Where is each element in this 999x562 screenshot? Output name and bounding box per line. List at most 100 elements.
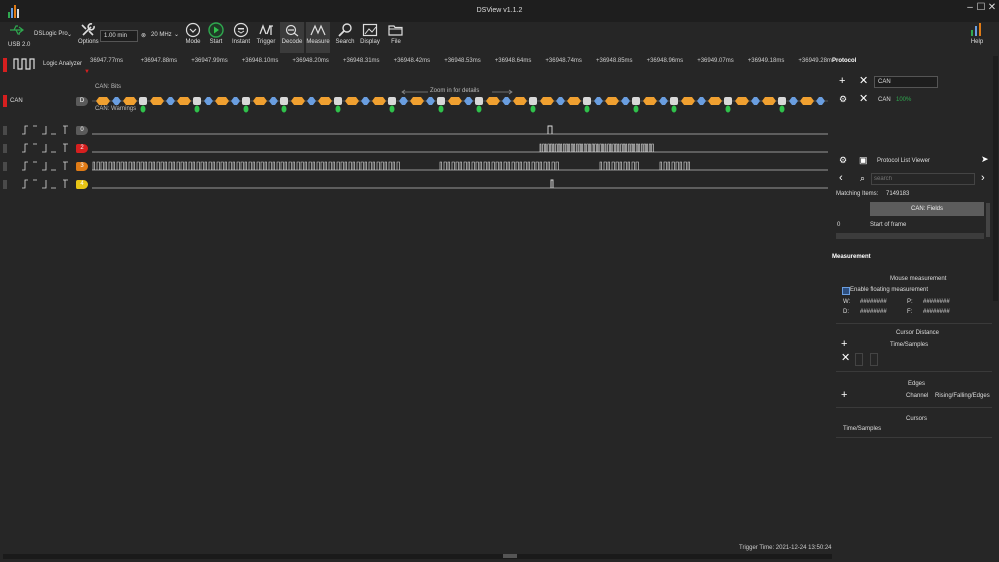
maximize-icon[interactable]: ☐: [976, 3, 986, 13]
settings-gear-icon[interactable]: ⚙: [839, 94, 847, 105]
samplerate-select[interactable]: 20 MHz: [151, 32, 172, 38]
search-icon: [338, 23, 352, 37]
divider: [836, 323, 992, 324]
ruler-tick: +36948.10ms: [241, 58, 279, 64]
can-warning-marker: [476, 105, 482, 113]
scroll-thumb[interactable]: [503, 554, 517, 558]
channel-badge[interactable]: 4: [76, 179, 88, 189]
can-bit-annotation: [789, 97, 798, 105]
display-button[interactable]: Display: [359, 22, 381, 45]
mode-button[interactable]: Mode: [183, 22, 203, 45]
list-row-index[interactable]: 0: [837, 222, 840, 228]
ruler-tick: +36948.96ms: [646, 58, 684, 64]
time-ruler[interactable]: Logic Analyzer ▼ 36947.77ms +36947.88ms +3…: [0, 55, 835, 77]
channel-waveforms: [3, 125, 828, 189]
list-settings-gear-icon[interactable]: ⚙: [839, 155, 847, 166]
add-decoder-button[interactable]: +: [839, 76, 845, 87]
can-field-annotation: [486, 97, 500, 105]
chevron-down-icon[interactable]: ⌄: [174, 31, 179, 38]
delete-decoder-icon[interactable]: ✕: [859, 94, 868, 105]
cursor-start-select[interactable]: [855, 353, 863, 366]
file-button[interactable]: File: [386, 22, 406, 45]
measure-button[interactable]: Measure: [306, 22, 330, 53]
can-warning-marker: [725, 105, 731, 113]
decoder-status-name: CAN: [878, 97, 891, 103]
channel-badge[interactable]: 2: [76, 143, 88, 153]
list-row-value[interactable]: Start of frame: [870, 222, 906, 228]
can-field-annotation: [681, 97, 695, 105]
remove-cursor-distance-icon[interactable]: ✕: [841, 353, 850, 364]
can-warning-marker: [779, 105, 785, 113]
add-cursor-distance-button[interactable]: +: [841, 339, 847, 350]
instant-button[interactable]: Instant: [231, 22, 251, 45]
close-icon[interactable]: ✕: [987, 3, 997, 13]
can-bit-annotation: [556, 97, 565, 105]
search-input[interactable]: [871, 173, 975, 185]
can-field-annotation: [567, 97, 581, 105]
help-button[interactable]: Help: [964, 22, 990, 45]
connection-type: USB 2.0: [8, 42, 31, 48]
can-warning-marker: [335, 105, 341, 113]
channel-color-marker: [3, 162, 7, 171]
prev-match-icon[interactable]: ‹: [839, 173, 843, 184]
can-bit-annotation: [621, 97, 630, 105]
matching-count: 7149183: [886, 191, 910, 197]
can-field-annotation: [708, 97, 722, 105]
list-column-header[interactable]: CAN: Fields: [870, 202, 984, 216]
can-frame-marker: [388, 97, 396, 105]
waveform-burst: [599, 161, 639, 170]
can-field-annotation: [253, 97, 267, 105]
start-button[interactable]: Start: [206, 22, 226, 45]
ruler-tick: +36948.85ms: [596, 58, 633, 64]
protocol-header: Protocol: [832, 58, 857, 64]
channel-badge[interactable]: 0: [76, 125, 88, 135]
ruler-tick: +36948.74ms: [545, 58, 582, 64]
add-edges-button[interactable]: +: [841, 390, 847, 401]
can-bit-annotation: [166, 97, 175, 105]
waveform-burst: [659, 161, 690, 170]
duration-select[interactable]: 1.00 min: [100, 30, 138, 42]
remove-decoder-icon[interactable]: ✕: [859, 76, 868, 87]
floating-checkbox[interactable]: [842, 287, 850, 295]
ruler-tick: +36949.07ms: [697, 58, 734, 64]
list-hscrollbar[interactable]: [836, 233, 984, 239]
divider: [836, 407, 992, 408]
panel-scrollbar[interactable]: [993, 56, 998, 301]
channel-color-marker: [3, 144, 7, 153]
minimize-icon[interactable]: –: [965, 3, 975, 13]
measurement-header: Measurement: [832, 254, 871, 260]
p-value: ########: [923, 299, 950, 305]
channel-badge[interactable]: 3: [76, 161, 88, 171]
d-label: D:: [843, 309, 849, 315]
waveform-burst: [439, 161, 559, 170]
mouse-measurement-title: Mouse measurement: [890, 276, 947, 282]
navigate-icon[interactable]: ➤: [981, 154, 989, 165]
search-button[interactable]: Search: [335, 22, 355, 45]
can-warning-marker: [633, 105, 639, 113]
ruler-tick: +36948.64ms: [494, 58, 532, 64]
decoder-select[interactable]: CAN: [874, 76, 938, 88]
next-match-icon[interactable]: ›: [981, 173, 985, 184]
cursor-end-select[interactable]: [870, 353, 878, 366]
save-icon[interactable]: ▣: [859, 155, 868, 166]
ruler-tick: +36948.42ms: [393, 58, 431, 64]
ruler-tick: +36947.99ms: [191, 58, 228, 64]
options-button[interactable]: Options: [78, 22, 99, 45]
cursors-title: Cursors: [906, 416, 928, 422]
list-vscrollbar[interactable]: [986, 203, 990, 237]
ruler-tick: +36948.20ms: [292, 58, 329, 64]
zoom-hint-line: [401, 89, 513, 95]
instant-icon: [233, 22, 249, 38]
waveform-area[interactable]: CAN D CAN: Bits CAN: Warnings Zoom in fo…: [0, 78, 830, 548]
chevron-down-icon[interactable]: ⌄: [67, 31, 72, 38]
device-select[interactable]: DSLogic Pro: [34, 31, 68, 37]
waveform-burst: [539, 143, 654, 152]
can-frame-marker: [670, 97, 678, 105]
can-bit-annotation: [697, 97, 706, 105]
trigger-time: Trigger Time: 2021-12-24 13:50:24: [739, 545, 832, 551]
mode-label: Logic Analyzer: [43, 61, 83, 67]
channel-label: Channel: [906, 393, 929, 399]
decode-button[interactable]: Decode: [280, 22, 304, 53]
can-bit-annotation: [269, 97, 278, 105]
trigger-button[interactable]: Trigger: [256, 22, 276, 45]
